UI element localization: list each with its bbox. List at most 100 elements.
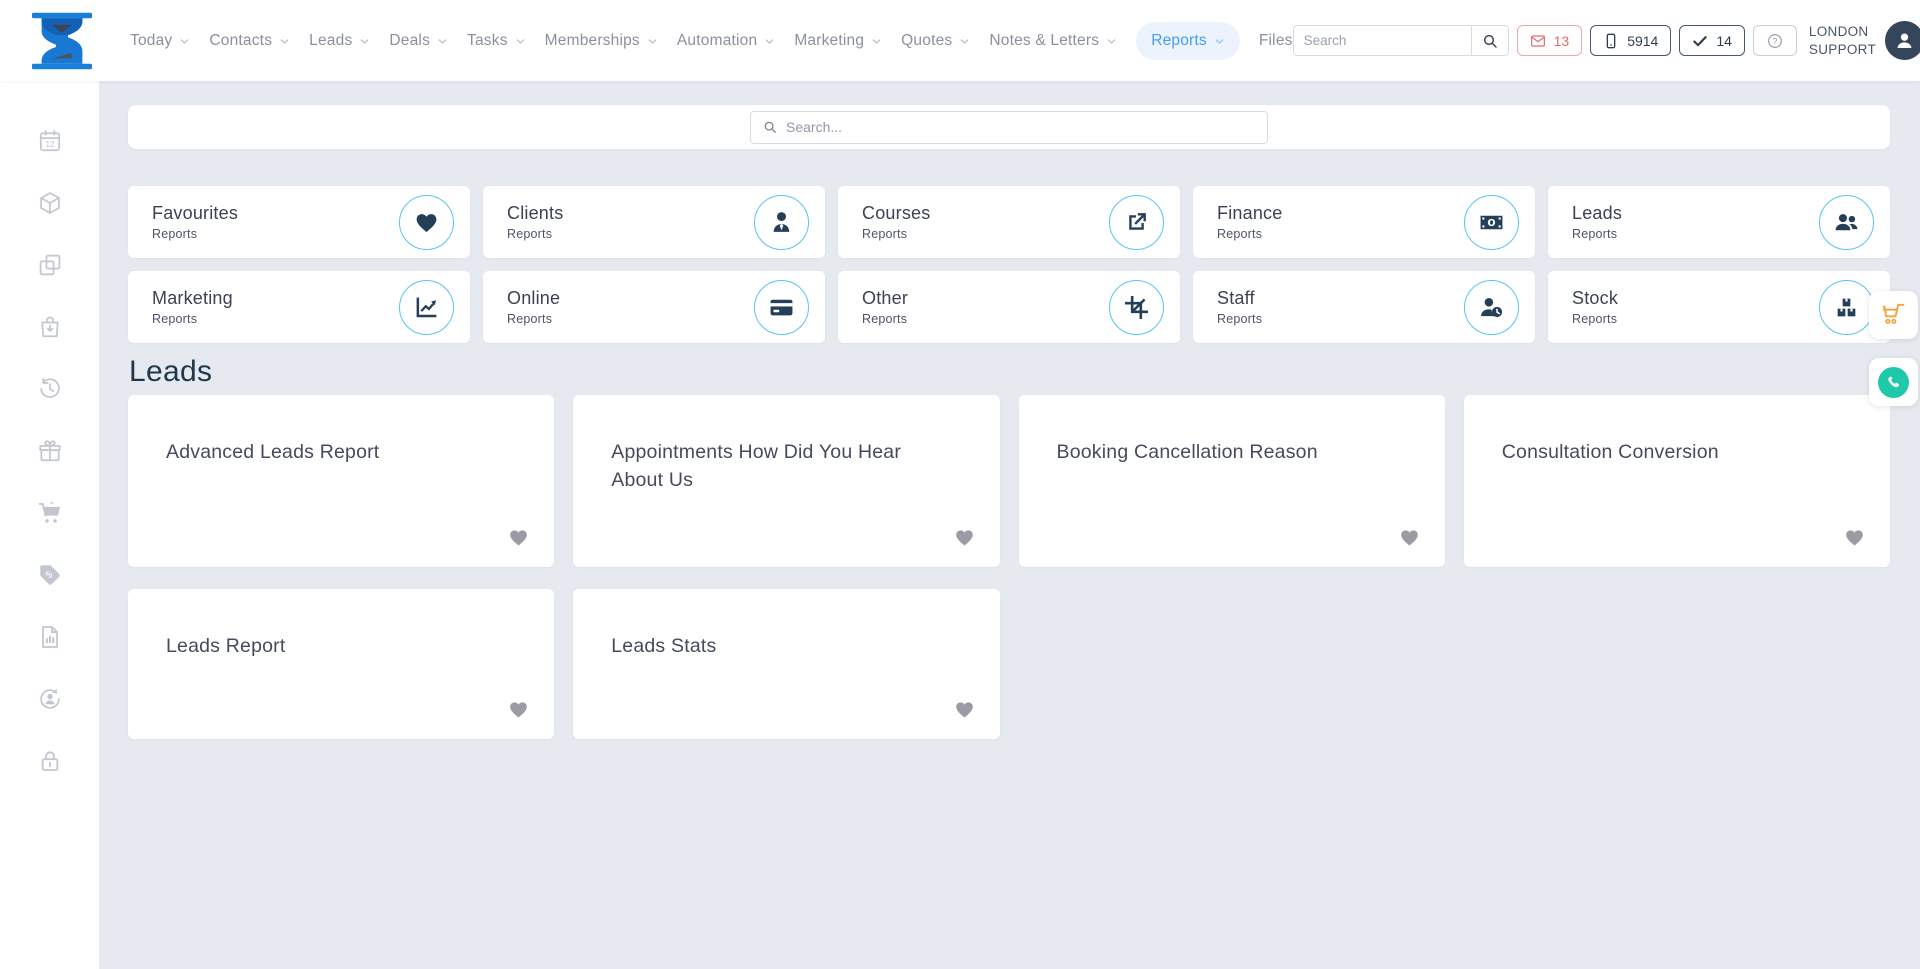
nav-item-today[interactable]: Today — [130, 32, 190, 50]
header-search-input[interactable] — [1294, 33, 1471, 48]
sidebar-item-calendar[interactable] — [37, 128, 63, 154]
category-title: Leads — [1572, 203, 1819, 224]
favourite-heart-button[interactable] — [1844, 527, 1865, 548]
help-button[interactable] — [1753, 25, 1797, 56]
nav-item-memberships[interactable]: Memberships — [545, 32, 658, 50]
category-card-staff[interactable]: Staff Reports — [1193, 271, 1535, 343]
report-card-leads-stats[interactable]: Leads Stats — [573, 589, 999, 739]
sidebar-item-report-document[interactable] — [37, 624, 63, 650]
header-search-button[interactable] — [1471, 26, 1508, 55]
nav-item-reports[interactable]: Reports — [1136, 22, 1240, 60]
favourite-heart-button[interactable] — [1399, 527, 1420, 548]
chevron-down-icon — [1106, 36, 1117, 47]
messages-badge[interactable]: 13 — [1517, 25, 1583, 56]
favourite-heart-button[interactable] — [954, 699, 975, 720]
category-card-favourites[interactable]: Favourites Reports — [128, 186, 470, 258]
nav-item-automation[interactable]: Automation — [677, 32, 775, 50]
sidebar-item-lock[interactable] — [37, 748, 63, 774]
money-bill-icon — [1479, 210, 1504, 235]
nav-item-notes-letters[interactable]: Notes & Letters — [989, 32, 1117, 50]
favourite-heart-button[interactable] — [954, 527, 975, 548]
price-tag-icon — [37, 562, 63, 588]
nav-item-tasks[interactable]: Tasks — [467, 32, 526, 50]
cart-icon — [37, 500, 63, 526]
report-card-advanced-leads-report[interactable]: Advanced Leads Report — [128, 395, 554, 567]
phone-icon — [1885, 374, 1902, 391]
nav-item-marketing[interactable]: Marketing — [794, 32, 882, 50]
chevron-down-icon — [437, 36, 448, 47]
report-title: Leads Stats — [611, 633, 957, 661]
favourite-heart-button[interactable] — [508, 699, 529, 720]
sidebar-item-price-tag[interactable] — [37, 562, 63, 588]
report-title: Booking Cancellation Reason — [1057, 439, 1403, 467]
nav-item-quotes[interactable]: Quotes — [901, 32, 970, 50]
category-subtitle: Reports — [1572, 312, 1819, 326]
lock-icon — [37, 748, 63, 774]
category-card-marketing[interactable]: Marketing Reports — [128, 271, 470, 343]
person-icon — [1894, 30, 1915, 51]
category-icon-circle — [1819, 280, 1874, 335]
nav-item-label: Leads — [309, 32, 352, 50]
category-icon-circle — [1819, 195, 1874, 250]
calls-badge[interactable]: 5914 — [1590, 25, 1671, 56]
nav-item-deals[interactable]: Deals — [389, 32, 448, 50]
sidebar-item-cube[interactable] — [37, 190, 63, 216]
nav-item-label: Marketing — [794, 32, 864, 50]
report-title: Appointments How Did You Hear About Us — [611, 439, 957, 494]
category-icon-circle — [754, 280, 809, 335]
cart-button[interactable] — [1869, 291, 1918, 339]
report-card-leads-report[interactable]: Leads Report — [128, 589, 554, 739]
sidebar-item-user-sync[interactable] — [37, 686, 63, 712]
category-title: Online — [507, 288, 754, 309]
header-actions: 13 5914 14 LONDON SUPPORT — [1293, 21, 1920, 60]
tasks-badge[interactable]: 14 — [1679, 25, 1745, 56]
heart-icon — [414, 210, 439, 235]
nav-item-contacts[interactable]: Contacts — [209, 32, 290, 50]
category-card-finance[interactable]: Finance Reports — [1193, 186, 1535, 258]
report-card-booking-cancellation-reason[interactable]: Booking Cancellation Reason — [1019, 395, 1445, 567]
nav-item-files[interactable]: Files — [1259, 32, 1293, 50]
category-card-courses[interactable]: Courses Reports — [838, 186, 1180, 258]
nav-item-leads[interactable]: Leads — [309, 32, 370, 50]
category-card-clients[interactable]: Clients Reports — [483, 186, 825, 258]
report-category-grid: Favourites Reports Clients Reports Cours… — [128, 186, 1890, 343]
user-clock-icon — [1479, 295, 1504, 320]
category-card-stock[interactable]: Stock Reports — [1548, 271, 1890, 343]
search-icon — [1482, 33, 1498, 49]
sidebar-item-shopping-bag[interactable] — [37, 314, 63, 340]
favourite-heart-button[interactable] — [508, 527, 529, 548]
category-card-online[interactable]: Online Reports — [483, 271, 825, 343]
report-list: Advanced Leads Report Appointments How D… — [128, 395, 1890, 739]
user-menu[interactable]: LONDON SUPPORT — [1809, 21, 1920, 60]
report-card-consultation-conversion[interactable]: Consultation Conversion — [1464, 395, 1890, 567]
crop-icon — [1124, 295, 1149, 320]
external-link-icon — [1124, 210, 1149, 235]
main-nav: Today Contacts Leads Deals Tasks Members… — [130, 22, 1293, 60]
category-subtitle: Reports — [152, 227, 399, 241]
nav-item-label: Deals — [389, 32, 430, 50]
content-search-input[interactable] — [786, 119, 1255, 135]
category-title: Staff — [1217, 288, 1464, 309]
main-content: Favourites Reports Clients Reports Cours… — [99, 81, 1920, 969]
copy-icon — [37, 252, 63, 278]
nav-item-label: Reports — [1151, 32, 1207, 50]
content-search-panel — [128, 105, 1890, 149]
cube-icon — [37, 190, 63, 216]
app-logo[interactable] — [26, 12, 98, 70]
user-name: LONDON SUPPORT — [1809, 23, 1876, 58]
credit-card-icon — [769, 295, 794, 320]
calendar-icon — [37, 128, 63, 154]
category-card-leads[interactable]: Leads Reports — [1548, 186, 1890, 258]
category-icon-circle — [1109, 195, 1164, 250]
sidebar-item-copy[interactable] — [37, 252, 63, 278]
phone-button[interactable] — [1869, 358, 1918, 406]
chevron-down-icon — [179, 36, 190, 47]
avatar — [1885, 21, 1920, 60]
category-subtitle: Reports — [507, 227, 754, 241]
sidebar-item-history[interactable] — [37, 376, 63, 402]
boxes-icon — [1834, 295, 1859, 320]
category-card-other[interactable]: Other Reports — [838, 271, 1180, 343]
sidebar-item-gift[interactable] — [37, 438, 63, 464]
sidebar-item-cart[interactable] — [37, 500, 63, 526]
report-card-appointments-how-did-you-hear-about-us[interactable]: Appointments How Did You Hear About Us — [573, 395, 999, 567]
